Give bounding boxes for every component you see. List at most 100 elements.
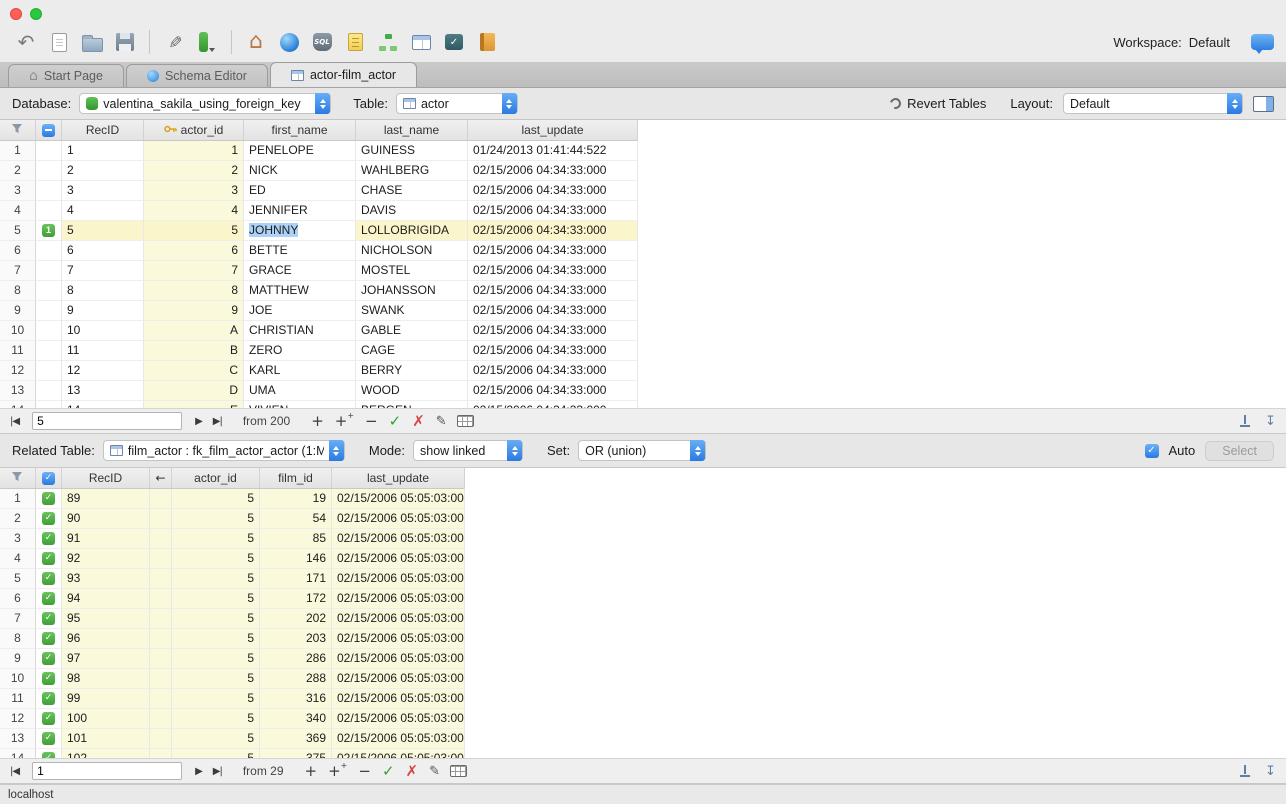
cell-last-update[interactable]: 02/15/2006 05:05:03:000 bbox=[332, 509, 465, 529]
cell-last-update[interactable]: 02/15/2006 05:05:03:000 bbox=[332, 489, 465, 509]
cell-last-name[interactable]: BERGEN bbox=[356, 401, 468, 408]
table-row[interactable]: 6✓94517202/15/2006 05:05:03:000 bbox=[0, 589, 464, 609]
row-checkbox[interactable]: ✓ bbox=[36, 489, 62, 509]
cell-last-update[interactable]: 02/15/2006 05:05:03:000 bbox=[332, 729, 465, 749]
cell-recid[interactable]: 14 bbox=[62, 401, 144, 408]
cell-link-arrow[interactable] bbox=[150, 629, 172, 649]
next-record-button[interactable]: ▶ bbox=[195, 416, 202, 427]
column-header-first-name[interactable]: first_name bbox=[244, 120, 356, 140]
table-row[interactable]: 111PENELOPEGUINESS01/24/2013 01:41:44:52… bbox=[0, 141, 637, 161]
cell-link-arrow[interactable] bbox=[150, 649, 172, 669]
column-header-last-name[interactable]: last_name bbox=[356, 120, 468, 140]
cell-actor-id[interactable]: 5 bbox=[172, 549, 260, 569]
cell-actor-id[interactable]: 7 bbox=[144, 261, 244, 281]
table-select[interactable]: actor bbox=[396, 93, 518, 114]
cell-last-name[interactable]: WOOD bbox=[356, 381, 468, 401]
table-row[interactable]: 1010ACHRISTIANGABLE02/15/2006 04:34:33:0… bbox=[0, 321, 637, 341]
column-header-link-arrow[interactable]: ← bbox=[150, 468, 172, 488]
cell-link-arrow[interactable] bbox=[150, 709, 172, 729]
cell-film-id[interactable]: 19 bbox=[260, 489, 332, 509]
first-record-button[interactable]: |◀ bbox=[10, 766, 19, 777]
cell-actor-id[interactable]: 9 bbox=[144, 301, 244, 321]
cell-last-name[interactable]: NICHOLSON bbox=[356, 241, 468, 261]
close-window-button[interactable] bbox=[10, 8, 22, 20]
cell-actor-id[interactable]: 5 bbox=[172, 589, 260, 609]
cell-first-name[interactable]: CHRISTIAN bbox=[244, 321, 356, 341]
cell-link-arrow[interactable] bbox=[150, 589, 172, 609]
start-page-icon[interactable]: ⌂ bbox=[244, 27, 268, 57]
cell-film-id[interactable]: 146 bbox=[260, 549, 332, 569]
duplicate-record-button[interactable]: ++ bbox=[335, 414, 354, 429]
cell-actor-id[interactable]: 5 bbox=[172, 689, 260, 709]
cell-first-name[interactable]: VIVIEN bbox=[244, 401, 356, 408]
cell-film-id[interactable]: 375 bbox=[260, 749, 332, 758]
cell-last-name[interactable]: MOSTEL bbox=[356, 261, 468, 281]
row-checkbox[interactable] bbox=[36, 321, 62, 341]
cell-last-update[interactable]: 02/15/2006 05:05:03:000 bbox=[332, 529, 465, 549]
cell-recid[interactable]: 91 bbox=[62, 529, 150, 549]
cell-last-update[interactable]: 02/15/2006 05:05:03:000 bbox=[332, 649, 465, 669]
cell-last-name[interactable]: SWANK bbox=[356, 301, 468, 321]
cell-actor-id[interactable]: 5 bbox=[172, 749, 260, 758]
cell-recid[interactable]: 94 bbox=[62, 589, 150, 609]
row-checkbox[interactable]: 1 bbox=[36, 221, 62, 241]
table-row[interactable]: 8✓96520302/15/2006 05:05:03:000 bbox=[0, 629, 464, 649]
cell-last-update[interactable]: 02/15/2006 04:34:33:000 bbox=[468, 321, 638, 341]
table-row[interactable]: 9✓97528602/15/2006 05:05:03:000 bbox=[0, 649, 464, 669]
table-editor-button[interactable] bbox=[409, 27, 433, 57]
cell-last-name[interactable]: GABLE bbox=[356, 321, 468, 341]
row-checkbox[interactable]: ✓ bbox=[36, 729, 62, 749]
cell-last-update[interactable]: 02/15/2006 05:05:03:000 bbox=[332, 609, 465, 629]
cell-last-update[interactable]: 02/15/2006 04:34:33:000 bbox=[468, 341, 638, 361]
cell-actor-id[interactable]: C bbox=[144, 361, 244, 381]
tab-actor-film-actor[interactable]: actor-film_actor bbox=[270, 62, 417, 87]
table-row[interactable]: 5✓93517102/15/2006 05:05:03:000 bbox=[0, 569, 464, 589]
cell-last-name[interactable]: BERRY bbox=[356, 361, 468, 381]
pin-link-icon[interactable] bbox=[1239, 765, 1251, 777]
table-row[interactable]: 11✓99531602/15/2006 05:05:03:000 bbox=[0, 689, 464, 709]
row-checkbox[interactable] bbox=[36, 281, 62, 301]
cell-last-update[interactable]: 01/24/2013 01:41:44:522 bbox=[468, 141, 638, 161]
cell-actor-id[interactable]: B bbox=[144, 341, 244, 361]
cell-last-update[interactable]: 02/15/2006 05:05:03:000 bbox=[332, 569, 465, 589]
row-checkbox[interactable] bbox=[36, 141, 62, 161]
row-checkbox[interactable] bbox=[36, 241, 62, 261]
diagram-button[interactable] bbox=[376, 27, 400, 57]
cell-first-name[interactable]: GRACE bbox=[244, 261, 356, 281]
new-document-button[interactable] bbox=[47, 27, 71, 57]
cell-last-update[interactable]: 02/15/2006 04:34:33:000 bbox=[468, 201, 638, 221]
table-row[interactable]: 1111BZEROCAGE02/15/2006 04:34:33:000 bbox=[0, 341, 637, 361]
layout-select[interactable]: Default bbox=[1063, 93, 1243, 114]
table-row[interactable]: 10✓98528802/15/2006 05:05:03:000 bbox=[0, 669, 464, 689]
cell-actor-id[interactable]: 8 bbox=[144, 281, 244, 301]
record-position-input[interactable] bbox=[32, 412, 182, 430]
table-row[interactable]: 333EDCHASE02/15/2006 04:34:33:000 bbox=[0, 181, 637, 201]
record-position-input[interactable] bbox=[32, 762, 182, 780]
cell-link-arrow[interactable] bbox=[150, 689, 172, 709]
cell-actor-id[interactable]: 5 bbox=[172, 709, 260, 729]
cell-film-id[interactable]: 316 bbox=[260, 689, 332, 709]
column-header-recid[interactable]: RecID bbox=[62, 120, 144, 140]
last-record-button[interactable]: ▶| bbox=[213, 416, 222, 427]
add-record-button[interactable]: + bbox=[305, 764, 318, 779]
row-checkbox[interactable]: ✓ bbox=[36, 609, 62, 629]
table-row[interactable]: 666BETTENICHOLSON02/15/2006 04:34:33:000 bbox=[0, 241, 637, 261]
cell-last-update[interactable]: 02/15/2006 05:05:03:000 bbox=[332, 629, 465, 649]
mode-select[interactable]: show linked bbox=[413, 440, 523, 461]
table-row[interactable]: 5155JOHNNYLOLLOBRIGIDA02/15/2006 04:34:3… bbox=[0, 221, 637, 241]
cell-actor-id[interactable]: 5 bbox=[172, 649, 260, 669]
cell-link-arrow[interactable] bbox=[150, 669, 172, 689]
cell-recid[interactable]: 4 bbox=[62, 201, 144, 221]
table-row[interactable]: 222NICKWAHLBERG02/15/2006 04:34:33:000 bbox=[0, 161, 637, 181]
cell-actor-id[interactable]: 5 bbox=[172, 629, 260, 649]
cell-recid[interactable]: 89 bbox=[62, 489, 150, 509]
cell-recid[interactable]: 8 bbox=[62, 281, 144, 301]
cell-last-update[interactable]: 02/15/2006 04:34:33:000 bbox=[468, 181, 638, 201]
filter-button[interactable] bbox=[0, 120, 36, 140]
cell-recid[interactable]: 12 bbox=[62, 361, 144, 381]
cell-actor-id[interactable]: 5 bbox=[172, 609, 260, 629]
cell-recid[interactable]: 98 bbox=[62, 669, 150, 689]
cell-actor-id[interactable]: 3 bbox=[144, 181, 244, 201]
query-note-button[interactable] bbox=[343, 27, 367, 57]
cell-recid[interactable]: 96 bbox=[62, 629, 150, 649]
